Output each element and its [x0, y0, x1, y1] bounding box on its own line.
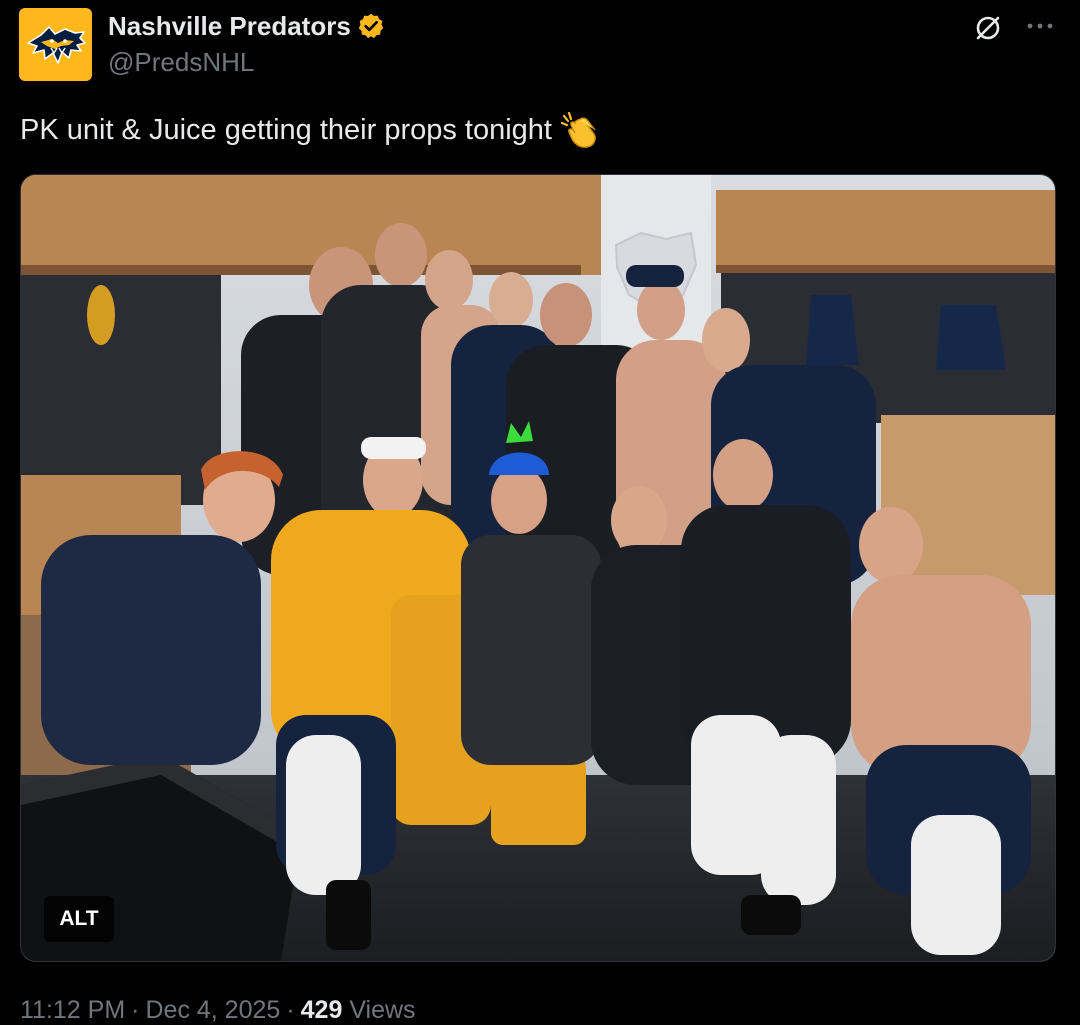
author-name-row: Nashville Predators — [108, 10, 385, 42]
views-label: Views — [349, 996, 416, 1024]
tweet-time[interactable]: 11:12 PM — [20, 996, 125, 1024]
alt-text-button[interactable]: ALT — [44, 896, 114, 942]
views-count: 429 — [300, 996, 343, 1024]
author-display-name[interactable]: Nashville Predators — [108, 11, 351, 42]
more-icon — [1027, 23, 1053, 29]
team-locker-room-photo — [21, 175, 1055, 961]
clapping-hands-emoji-icon — [560, 110, 600, 150]
tweet-text-content: PK unit & Juice getting their props toni… — [20, 113, 552, 146]
verified-badge-icon[interactable] — [357, 12, 385, 40]
author-avatar[interactable] — [19, 8, 92, 81]
tweet-date[interactable]: Dec 4, 2025 — [145, 996, 280, 1024]
grok-icon — [976, 16, 1000, 40]
meta-separator: · — [131, 996, 140, 1024]
meta-separator: · — [286, 996, 295, 1024]
tweet: Nashville Predators @PredsNHL PK unit & … — [0, 0, 1080, 1024]
grok-button[interactable] — [970, 10, 1006, 46]
predators-logo-icon — [26, 25, 86, 64]
tweet-photo[interactable] — [20, 174, 1056, 962]
tweet-meta: 11:12 PM · Dec 4, 2025 · 429 Views — [20, 996, 416, 1025]
more-options-button[interactable] — [1020, 10, 1060, 42]
tweet-text: PK unit & Juice getting their props toni… — [20, 110, 600, 150]
author-handle[interactable]: @PredsNHL — [108, 47, 254, 78]
